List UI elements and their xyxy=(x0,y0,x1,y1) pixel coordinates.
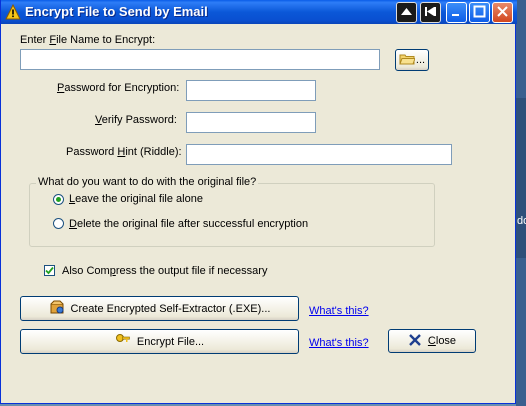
maximize-icon xyxy=(473,5,486,21)
minimize-icon xyxy=(450,5,463,21)
desktop-background: do xyxy=(516,0,526,406)
file-name-label: Enter File Name to Encrypt: xyxy=(20,34,156,46)
close-x-icon xyxy=(408,333,422,350)
browse-button[interactable]: ... xyxy=(395,49,429,71)
delete-original-radio[interactable] xyxy=(53,218,64,229)
whats-this-encrypt-link[interactable]: What's this? xyxy=(309,337,369,349)
password-hint-input[interactable] xyxy=(186,144,452,165)
pin-button[interactable] xyxy=(420,2,441,23)
browse-label: ... xyxy=(415,54,426,66)
encrypt-dialog: Encrypt File to Send by Email Enter File… xyxy=(0,0,517,404)
pin-icon xyxy=(424,5,437,21)
desktop-edge-text: do xyxy=(517,215,526,227)
delete-original-label[interactable]: Delete the original file after successfu… xyxy=(69,218,308,230)
desktop-strip xyxy=(516,98,526,258)
leave-original-radio[interactable] xyxy=(53,194,64,205)
whats-this-self-extractor-link[interactable]: What's this? xyxy=(309,305,369,317)
title-bar[interactable]: Encrypt File to Send by Email xyxy=(1,0,517,24)
triangle-up-icon xyxy=(400,5,413,21)
radio-selected-dot xyxy=(56,197,61,202)
package-icon xyxy=(49,299,65,318)
verify-password-label: Verify Password: xyxy=(95,114,177,126)
encrypt-file-button[interactable]: Encrypt File... xyxy=(20,329,299,354)
encrypt-file-label: Encrypt File... xyxy=(136,335,205,348)
password-hint-label: Password Hint (Riddle): xyxy=(66,146,182,158)
scroll-up-button[interactable] xyxy=(396,2,417,23)
create-self-extractor-button[interactable]: Create Encrypted Self-Extractor (.EXE)..… xyxy=(20,296,299,321)
folder-icon xyxy=(399,52,416,69)
close-window-button[interactable] xyxy=(492,2,513,23)
warning-icon xyxy=(5,3,21,20)
compress-label[interactable]: Also Compress the output file if necessa… xyxy=(62,265,267,277)
original-file-group-legend: What do you want to do with the original… xyxy=(36,176,259,188)
file-name-input[interactable] xyxy=(20,49,380,70)
minimize-button[interactable] xyxy=(446,2,467,23)
compress-checkbox[interactable] xyxy=(44,265,55,276)
key-icon xyxy=(115,332,131,351)
close-label: Close xyxy=(427,335,457,347)
password-input[interactable] xyxy=(186,80,316,101)
verify-password-input[interactable] xyxy=(186,112,316,133)
create-self-extractor-label: Create Encrypted Self-Extractor (.EXE)..… xyxy=(70,302,271,315)
password-label: Password for Encryption: xyxy=(57,82,180,94)
leave-original-label[interactable]: Leave the original file alone xyxy=(69,193,203,205)
maximize-button[interactable] xyxy=(469,2,490,23)
close-icon xyxy=(496,5,509,21)
window-title: Encrypt File to Send by Email xyxy=(25,4,208,19)
close-button[interactable]: Close xyxy=(388,329,476,353)
